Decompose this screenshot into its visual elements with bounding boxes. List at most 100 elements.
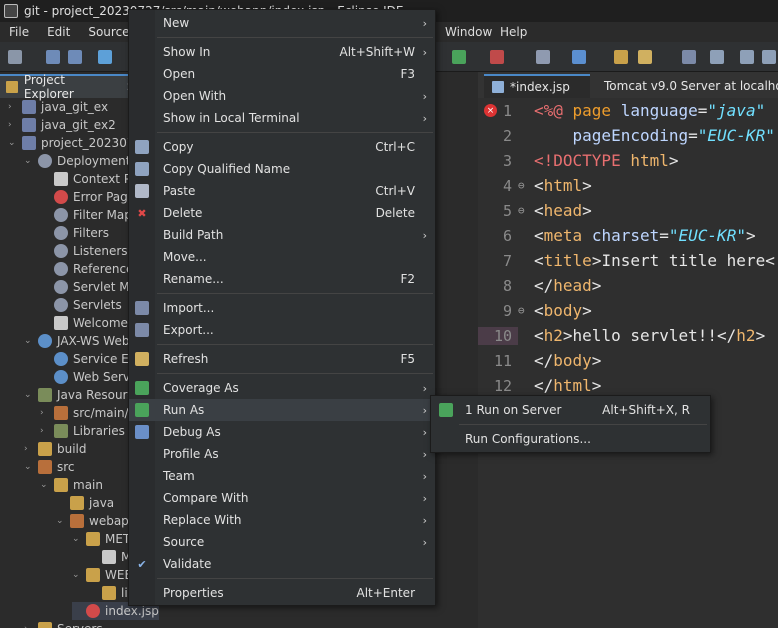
tree-item[interactable]: ⌄ WEB [72,566,133,584]
menu-item-build-path[interactable]: Build Path › [129,224,435,246]
run-toolbar-icon[interactable] [452,50,466,64]
new-icon[interactable] [8,50,22,64]
fold-toggle-icon[interactable]: ⊖ [518,179,528,192]
tree-item-label: index.jsp [105,604,159,618]
menu-item-properties[interactable]: Properties Alt+Enter [129,582,435,604]
tab-index-jsp[interactable]: *index.jsp [484,74,590,98]
tree-item[interactable]: Service En [40,350,136,368]
tree-item[interactable]: java [56,494,114,512]
new-web-icon[interactable] [572,50,586,64]
tree-item[interactable]: li [88,584,128,602]
tree-item[interactable]: Servlet Ma [40,278,137,296]
menu-item-coverage-as[interactable]: Coverage As › [129,377,435,399]
expand-toggle-icon[interactable]: ⌄ [72,570,82,580]
menu-item-debug-as[interactable]: Debug As › [129,421,435,443]
open-type-icon[interactable] [614,50,628,64]
menu-edit[interactable]: Edit [38,25,79,39]
menu-item-open[interactable]: Open F3 [129,63,435,85]
menu-file[interactable]: File [0,25,38,39]
menu-help[interactable]: Help [491,25,536,39]
tree-item[interactable]: ⌄ JAX-WS Web [24,332,129,350]
line-number: 3 [502,151,512,170]
tree-item[interactable]: › java_git_ex2 [8,116,116,134]
tree-item[interactable]: ⌄ src [24,458,75,476]
tree-item[interactable]: › java_git_ex [8,98,108,116]
menu-item-open-with[interactable]: Open With › [129,85,435,107]
menu-item-validate[interactable]: ✔ Validate [129,553,435,575]
expand-toggle-icon[interactable]: › [8,102,18,112]
menu-item-source[interactable]: Source › [129,531,435,553]
tree-item[interactable]: ⌄ main [40,476,103,494]
tree-item[interactable]: References [40,260,140,278]
tree-item[interactable]: Web Servi [40,368,133,386]
expand-toggle-icon[interactable]: ⌄ [8,138,18,148]
expand-toggle-icon[interactable]: › [8,120,18,130]
tree-item[interactable]: Error Page [40,188,135,206]
search-icon[interactable] [682,50,696,64]
menu-item-new[interactable]: New › [129,12,435,34]
back-icon[interactable] [740,50,754,64]
pen-icon[interactable] [638,50,652,64]
expand-toggle-icon[interactable]: › [40,426,50,436]
tree-item[interactable]: Filter Map [40,206,132,224]
menu-item-run-as[interactable]: Run As › [129,399,435,421]
menu-item-refresh[interactable]: Refresh F5 [129,348,435,370]
expand-toggle-icon[interactable]: ⌄ [72,534,82,544]
menu-item-import[interactable]: Import... [129,297,435,319]
menu-item-profile-as[interactable]: Profile As › [129,443,435,465]
tree-item[interactable]: Listeners [40,242,128,260]
tab-tomcat-server[interactable]: Tomcat v9.0 Server at localhost [590,74,778,98]
expand-toggle-icon[interactable]: ⌄ [24,336,34,346]
expand-toggle-icon[interactable]: › [24,444,34,454]
tab-project-explorer[interactable]: Project Explorer ✕ [0,73,136,101]
tree-item[interactable]: › Servers [24,620,103,628]
expand-toggle-icon[interactable]: › [24,624,34,628]
menu-item-copy[interactable]: Copy Ctrl+C [129,136,435,158]
run-on-server-item[interactable]: 1 Run on Server Alt+Shift+X, R [431,398,710,422]
expand-toggle-icon[interactable]: ⌄ [24,156,34,166]
expand-toggle-icon[interactable]: ⌄ [56,516,66,526]
tree-item[interactable]: M [88,548,131,566]
forward-icon[interactable] [762,50,776,64]
expand-toggle-icon[interactable]: ⌄ [40,480,50,490]
debug-toolbar-icon[interactable] [490,50,504,64]
run-configurations-item[interactable]: Run Configurations... [431,427,710,451]
menu-item-show-in[interactable]: Show In Alt+Shift+W › [129,41,435,63]
tree-item[interactable]: ⌄ webapp [56,512,136,530]
tree-item[interactable]: Context P [40,170,131,188]
build-icon[interactable] [98,50,112,64]
navigate-icon[interactable] [710,50,724,64]
menu-item-copy-qualified-name[interactable]: Copy Qualified Name [129,158,435,180]
menu-item-show-in-local-terminal[interactable]: Show in Local Terminal › [129,107,435,129]
menu-item-move[interactable]: Move... [129,246,435,268]
code-token: html [543,176,583,195]
expand-toggle-icon[interactable]: ⌄ [24,462,34,472]
save-all-icon[interactable] [68,50,82,64]
tree-item[interactable]: ⌄ project_2023072 [8,134,142,152]
menu-item-rename[interactable]: Rename... F2 [129,268,435,290]
expand-toggle-icon[interactable]: › [40,408,50,418]
tree-item[interactable]: › src/main/j [40,404,132,422]
save-icon[interactable] [46,50,60,64]
tree-item[interactable]: ⌄ Deployment [24,152,130,170]
fold-toggle-icon[interactable]: ⊖ [518,204,528,217]
tree-item[interactable]: Welcome [40,314,128,332]
menu-item-team[interactable]: Team › [129,465,435,487]
expand-toggle-icon[interactable]: ⌄ [24,390,34,400]
menu-item-delete[interactable]: ✖ Delete Delete [129,202,435,224]
menu-item-paste[interactable]: Paste Ctrl+V [129,180,435,202]
menu-item-compare-with[interactable]: Compare With › [129,487,435,509]
tree-item[interactable]: ⌄ METI [72,530,134,548]
tree-item[interactable]: › build [24,440,87,458]
tree-item[interactable]: Servlets [40,296,122,314]
tree-item[interactable]: › Libraries [40,422,125,440]
menu-item-export[interactable]: Export... [129,319,435,341]
tree-item[interactable]: ⌄ Java Resource [24,386,141,404]
tree-item-label: JAX-WS Web [57,334,130,348]
menu-item-replace-with[interactable]: Replace With › [129,509,435,531]
error-marker-icon[interactable]: × [484,104,497,117]
fold-toggle-icon[interactable]: ⊖ [518,304,528,317]
tree-item[interactable]: Filters [40,224,109,242]
line-number: 6 [502,226,512,245]
new-server-icon[interactable] [536,50,550,64]
